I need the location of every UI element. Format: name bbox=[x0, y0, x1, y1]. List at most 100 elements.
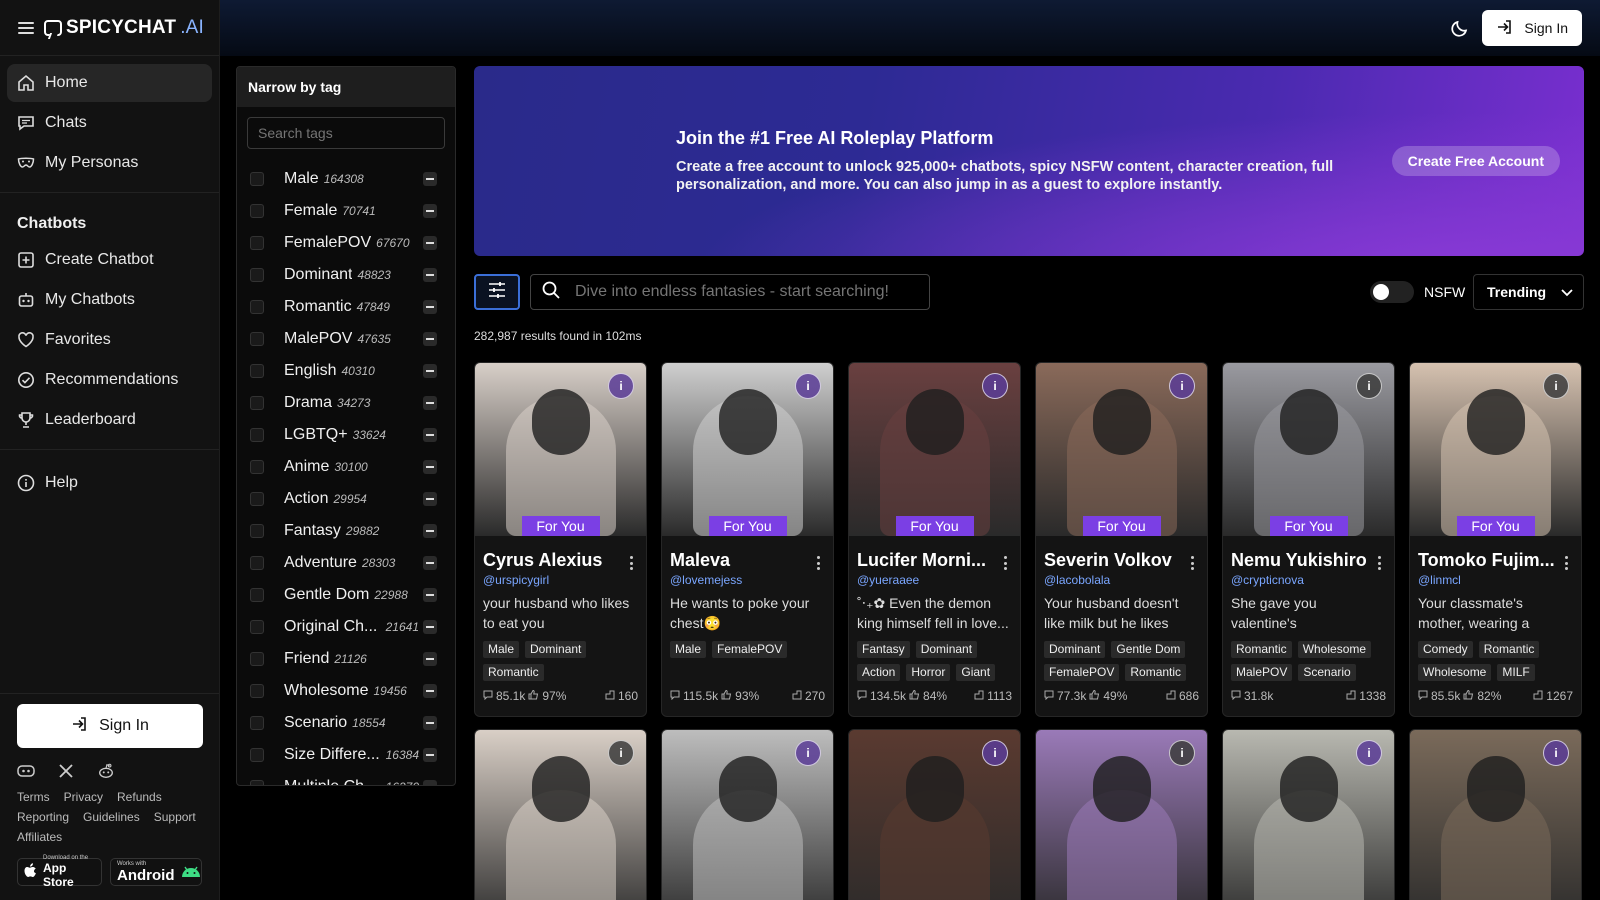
tag-checkbox[interactable] bbox=[250, 172, 264, 186]
tag-checkbox[interactable] bbox=[250, 332, 264, 346]
tag-chip[interactable]: Dominant bbox=[1044, 641, 1106, 658]
create-free-account-button[interactable]: Create Free Account bbox=[1391, 146, 1560, 176]
character-image[interactable]: iFor You bbox=[475, 730, 646, 900]
character-image[interactable]: iFor You bbox=[1036, 730, 1207, 900]
tag-chip[interactable]: MalePOV bbox=[1231, 663, 1293, 681]
tag-checkbox[interactable] bbox=[250, 236, 264, 250]
sidebar-sign-in-button[interactable]: Sign In bbox=[17, 704, 203, 748]
tag-chip[interactable]: Wholesome bbox=[1297, 641, 1372, 658]
tag-checkbox[interactable] bbox=[250, 268, 264, 282]
sidebar-item-my-chatbots[interactable]: My Chatbots bbox=[7, 281, 212, 319]
tag-exclude-button[interactable] bbox=[423, 492, 437, 506]
creator-handle[interactable]: @crypticnova bbox=[1231, 573, 1386, 587]
character-image[interactable]: iFor You bbox=[849, 363, 1020, 536]
footer-link-support[interactable]: Support bbox=[154, 810, 196, 824]
footer-link-privacy[interactable]: Privacy bbox=[64, 790, 103, 804]
tag-exclude-button[interactable] bbox=[423, 780, 437, 785]
tag-checkbox[interactable] bbox=[250, 556, 264, 570]
creator-handle[interactable]: @urspicygirl bbox=[483, 573, 638, 587]
x-twitter-icon[interactable] bbox=[57, 762, 75, 780]
tag-exclude-button[interactable] bbox=[423, 524, 437, 538]
more-options-icon[interactable] bbox=[1565, 556, 1569, 570]
chatbot-card[interactable]: i For You Cyrus Alexius @urspicygirl your hu… bbox=[474, 362, 647, 717]
tag-checkbox[interactable] bbox=[250, 652, 264, 666]
header-sign-in-button[interactable]: Sign In bbox=[1482, 10, 1582, 46]
tag-chip[interactable]: Scenario bbox=[1298, 663, 1356, 681]
more-options-icon[interactable] bbox=[1004, 556, 1008, 570]
creator-handle[interactable]: @linmcl bbox=[1418, 573, 1573, 587]
more-options-icon[interactable] bbox=[1191, 556, 1195, 570]
tag-chip[interactable]: Romantic bbox=[483, 663, 544, 681]
tag-checkbox[interactable] bbox=[250, 460, 264, 474]
creator-handle[interactable]: @yueraaee bbox=[857, 573, 1012, 587]
chatbot-card[interactable]: iFor You bbox=[1222, 729, 1395, 900]
tag-chip[interactable]: Dominant bbox=[525, 641, 587, 658]
footer-link-refunds[interactable]: Refunds bbox=[117, 790, 162, 804]
tag-chip[interactable]: FemalePOV bbox=[712, 641, 788, 658]
tag-checkbox[interactable] bbox=[250, 524, 264, 538]
sidebar-item-favorites[interactable]: Favorites bbox=[7, 321, 212, 359]
app-store-badge[interactable]: Download on the App Store bbox=[17, 855, 102, 889]
character-image[interactable]: iFor You bbox=[1036, 363, 1207, 536]
tag-chip[interactable]: Gentle Dom bbox=[1111, 641, 1186, 658]
tag-chip[interactable]: Romantic bbox=[1231, 641, 1292, 658]
info-icon[interactable]: i bbox=[1356, 373, 1382, 399]
info-icon[interactable]: i bbox=[795, 373, 821, 399]
tag-chip[interactable]: Male bbox=[670, 641, 707, 658]
sidebar-item-home[interactable]: Home bbox=[7, 64, 212, 102]
reddit-icon[interactable] bbox=[97, 762, 115, 780]
character-image[interactable]: iFor You bbox=[1223, 730, 1394, 900]
tag-chip[interactable]: MILF bbox=[1497, 663, 1535, 681]
tag-checkbox[interactable] bbox=[250, 780, 264, 785]
character-image[interactable]: iFor You bbox=[475, 363, 646, 536]
sidebar-item-leaderboard[interactable]: Leaderboard bbox=[7, 401, 212, 439]
chatbot-card[interactable]: iFor You bbox=[848, 729, 1021, 900]
tag-exclude-button[interactable] bbox=[423, 684, 437, 698]
info-icon[interactable]: i bbox=[1543, 740, 1569, 766]
tag-exclude-button[interactable] bbox=[423, 652, 437, 666]
android-badge[interactable]: Works with Android bbox=[110, 858, 202, 886]
tag-chip[interactable]: Male bbox=[483, 641, 520, 658]
tag-exclude-button[interactable] bbox=[423, 300, 437, 314]
more-options-icon[interactable] bbox=[817, 556, 821, 570]
tag-exclude-button[interactable] bbox=[423, 236, 437, 250]
chatbot-card[interactable]: i For You Tomoko Fujim... @linmcl Your class… bbox=[1409, 362, 1582, 717]
sidebar-item-create-chatbot[interactable]: Create Chatbot bbox=[7, 241, 212, 279]
tag-checkbox[interactable] bbox=[250, 620, 264, 634]
tag-exclude-button[interactable] bbox=[423, 716, 437, 730]
info-icon[interactable]: i bbox=[982, 373, 1008, 399]
chatbot-card[interactable]: iFor You bbox=[474, 729, 647, 900]
tag-chip[interactable]: Dominant bbox=[915, 641, 978, 658]
tag-chip[interactable]: Romantic bbox=[1478, 641, 1540, 658]
character-image[interactable]: iFor You bbox=[662, 363, 833, 536]
tag-checkbox[interactable] bbox=[250, 396, 264, 410]
character-image[interactable]: iFor You bbox=[1410, 363, 1581, 536]
logo[interactable]: SPICYCHAT .AI bbox=[44, 17, 204, 39]
creator-handle[interactable]: @lacobolala bbox=[1044, 573, 1199, 587]
chatbot-card[interactable]: iFor You bbox=[1409, 729, 1582, 900]
character-image[interactable]: iFor You bbox=[1223, 363, 1394, 536]
tag-chip[interactable]: Wholesome bbox=[1418, 663, 1492, 681]
tag-chip[interactable]: Action bbox=[857, 663, 901, 681]
sort-dropdown[interactable]: Trending bbox=[1473, 274, 1584, 310]
more-options-icon[interactable] bbox=[1378, 556, 1382, 570]
search-input[interactable] bbox=[575, 283, 915, 301]
tag-chip[interactable]: Comedy bbox=[1418, 641, 1473, 658]
tag-exclude-button[interactable] bbox=[423, 460, 437, 474]
info-icon[interactable]: i bbox=[982, 740, 1008, 766]
sidebar-item-help[interactable]: Help bbox=[7, 464, 212, 502]
tag-checkbox[interactable] bbox=[250, 428, 264, 442]
tag-exclude-button[interactable] bbox=[423, 396, 437, 410]
tag-chip[interactable]: Romantic bbox=[1125, 663, 1187, 681]
tag-chip[interactable]: Giant bbox=[956, 663, 996, 681]
info-icon[interactable]: i bbox=[1169, 373, 1195, 399]
tag-exclude-button[interactable] bbox=[423, 428, 437, 442]
creator-handle[interactable]: @lovemejess bbox=[670, 573, 825, 587]
tag-search-input[interactable] bbox=[247, 117, 445, 149]
discord-icon[interactable] bbox=[17, 762, 35, 780]
tag-exclude-button[interactable] bbox=[423, 748, 437, 762]
tag-exclude-button[interactable] bbox=[423, 268, 437, 282]
filter-toggle-button[interactable] bbox=[474, 274, 520, 310]
info-icon[interactable]: i bbox=[1356, 740, 1382, 766]
info-icon[interactable]: i bbox=[1543, 373, 1569, 399]
